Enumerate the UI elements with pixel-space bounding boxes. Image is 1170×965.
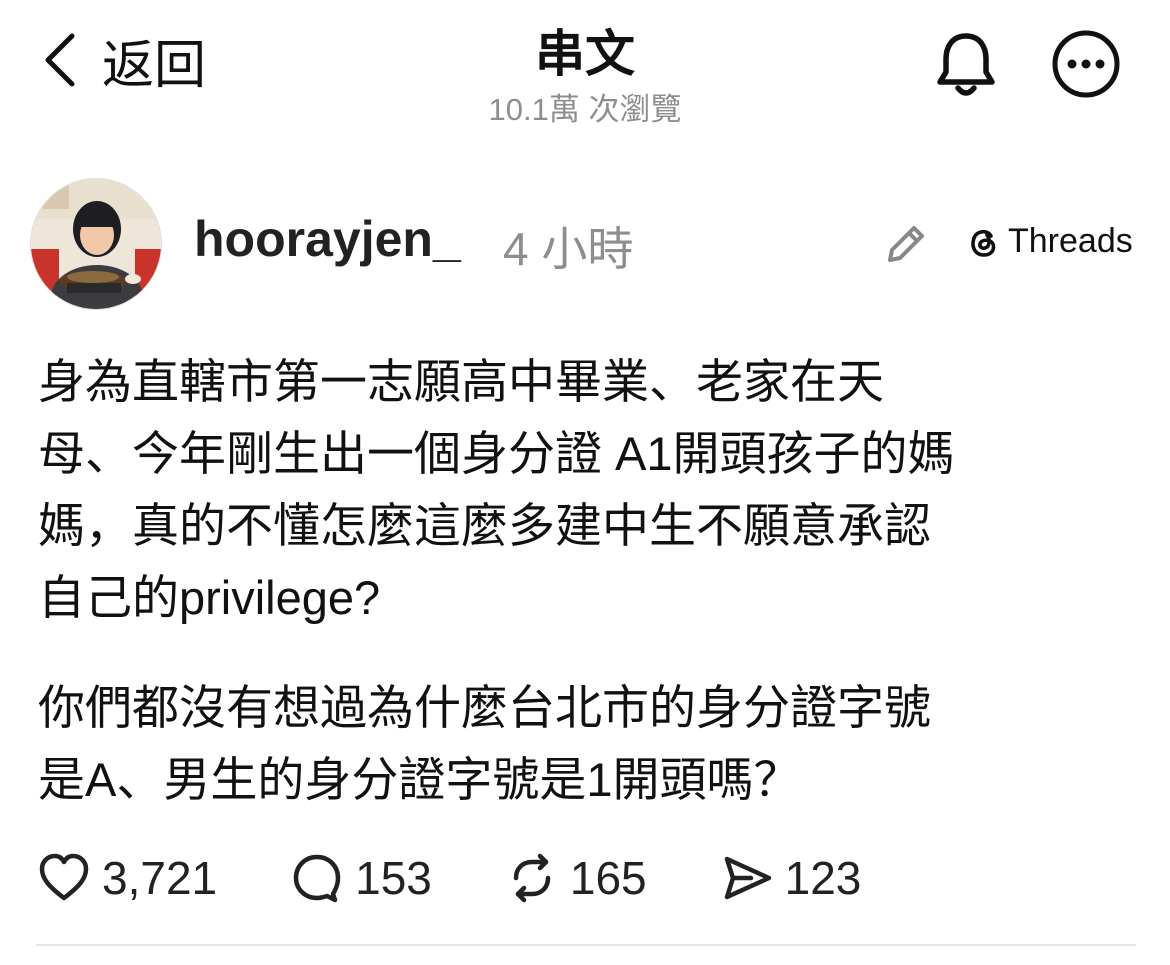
heart-icon: [39, 853, 89, 901]
like-button[interactable]: 3,721: [36, 850, 217, 906]
bell-icon[interactable]: [932, 28, 1000, 100]
post-time: 4 小時: [503, 223, 634, 275]
threads-badge[interactable]: Threads: [964, 222, 1133, 261]
repost-count: 165: [569, 852, 647, 904]
threads-label: Threads: [1008, 222, 1133, 260]
reply-button[interactable]: 153: [289, 850, 432, 906]
repost-button[interactable]: 165: [504, 850, 647, 906]
avatar-image: [31, 179, 161, 309]
repost-icon: [513, 853, 551, 903]
share-count: 123: [784, 852, 862, 904]
threads-logo-icon: [971, 229, 996, 257]
divider: [36, 944, 1136, 946]
share-button[interactable]: 123: [719, 850, 862, 906]
more-icon[interactable]: [1050, 28, 1122, 100]
post-paragraph-2: 你們都沒有想過為什麼台北市的身分證字號 是A、男生的身分證字號是1開頭嗎？: [38, 681, 931, 806]
pencil-icon[interactable]: [880, 218, 932, 270]
comment-icon: [293, 854, 341, 903]
like-count: 3,721: [102, 852, 218, 904]
username[interactable]: hoorayjen_: [194, 210, 461, 268]
avatar[interactable]: [30, 178, 162, 310]
action-bar: 3,721 153 165 123: [36, 846, 933, 910]
post-paragraph-1: 身為直轄市第一志願高中畢業、老家在天 母、今年剛生出一個身分證 A1開頭孩子的媽…: [38, 355, 955, 624]
send-icon: [724, 856, 771, 900]
reply-count: 153: [355, 852, 432, 904]
